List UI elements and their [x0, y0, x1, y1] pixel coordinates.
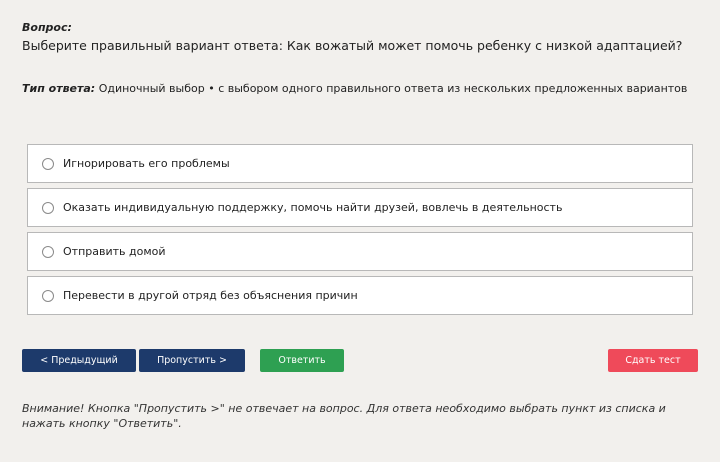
previous-button[interactable]: < Предыдущий — [22, 349, 136, 372]
skip-button[interactable]: Пропустить > — [139, 349, 245, 372]
submit-test-button[interactable]: Сдать тест — [608, 349, 698, 372]
radio-button[interactable] — [42, 289, 54, 302]
radio-button[interactable] — [42, 245, 54, 258]
answer-button[interactable]: Ответить — [260, 349, 344, 372]
question-label: Вопрос: — [22, 21, 72, 34]
answer-type-label: Тип ответа: — [22, 82, 96, 95]
radio-button[interactable] — [42, 201, 54, 214]
radio-button[interactable] — [42, 157, 54, 170]
skip-notice: Внимание! Кнопка "Пропустить >" не отвеч… — [22, 402, 666, 430]
answer-type-value: Одиночный выбор • с выбором одного прави… — [95, 82, 688, 95]
answer-option-label: Перевести в другой отряд без объяснения … — [63, 289, 358, 302]
answer-option-3[interactable]: Отправить домой — [27, 232, 693, 271]
answer-option-4[interactable]: Перевести в другой отряд без объяснения … — [27, 276, 693, 315]
answer-option-2[interactable]: Оказать индивидуальную поддержку, помочь… — [27, 188, 693, 227]
question-text: Выберите правильный вариант ответа: Как … — [22, 38, 683, 53]
answer-option-label: Оказать индивидуальную поддержку, помочь… — [63, 201, 563, 214]
answer-option-label: Игнорировать его проблемы — [63, 157, 230, 170]
answer-type: Тип ответа: Одиночный выбор • с выбором … — [22, 82, 687, 95]
answer-option-1[interactable]: Игнорировать его проблемы — [27, 144, 693, 183]
answer-options: Игнорировать его проблемы Оказать индиви… — [27, 144, 693, 320]
answer-option-label: Отправить домой — [63, 245, 166, 258]
